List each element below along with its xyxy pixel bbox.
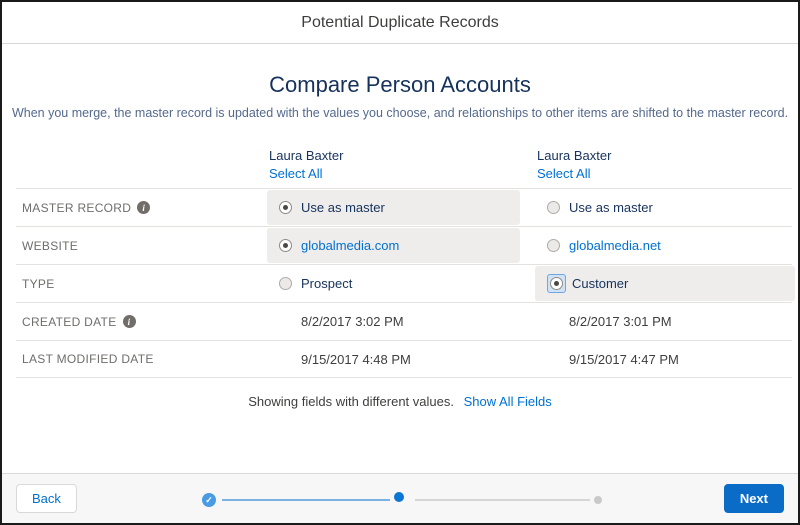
record-2-name: Laura Baxter	[537, 148, 612, 163]
row-label: MASTER RECORD i	[22, 189, 151, 226]
progress-step-3-upcoming	[594, 496, 602, 504]
date-value: 8/2/2017 3:01 PM	[569, 314, 672, 329]
duplicate-records-dialog: Potential Duplicate Records Compare Pers…	[0, 0, 800, 525]
table-row-master-record: MASTER RECORD i Use as master Use as mas…	[16, 188, 792, 226]
row-label-text: CREATED DATE	[22, 314, 117, 329]
website-option-2[interactable]: globalmedia.net	[535, 228, 795, 263]
row-label: CREATED DATE i	[22, 303, 136, 340]
show-all-fields-link[interactable]: Show All Fields	[464, 394, 552, 409]
record-2-header: Laura Baxter Select All	[537, 147, 611, 183]
fields-note: Showing fields with different values. Sh…	[2, 394, 798, 409]
progress-track-completed	[222, 499, 390, 501]
radio-label: Use as master	[569, 200, 653, 215]
info-icon: i	[137, 201, 151, 214]
row-label: LAST MODIFIED DATE	[22, 341, 154, 377]
radio-focus-ring	[547, 274, 566, 293]
type-option-2[interactable]: Customer	[535, 266, 795, 301]
website-link[interactable]: globalmedia.com	[301, 238, 399, 253]
date-value: 9/15/2017 4:48 PM	[301, 351, 411, 367]
compare-table: Laura Baxter Select All Laura Baxter Sel…	[16, 145, 795, 378]
row-label: TYPE	[22, 265, 55, 302]
table-row-type: TYPE Prospect Customer	[16, 264, 795, 302]
info-icon: i	[122, 315, 136, 328]
dialog-header: Potential Duplicate Records	[2, 2, 798, 44]
last-modified-value-2: 9/15/2017 4:47 PM	[535, 342, 795, 376]
date-value: 9/15/2017 4:47 PM	[569, 351, 679, 367]
fields-note-text: Showing fields with different values.	[248, 394, 454, 409]
radio-button-unchecked[interactable]	[547, 239, 560, 252]
table-header-row: Laura Baxter Select All Laura Baxter Sel…	[16, 145, 792, 188]
dialog-body: Compare Person Accounts When you merge, …	[2, 45, 798, 409]
progress-step-1-completed-check-icon: ✓	[202, 493, 216, 507]
table-row-website: WEBSITE globalmedia.com globalmedia.net	[16, 226, 792, 264]
dialog-title: Potential Duplicate Records	[301, 13, 499, 31]
record-2-select-all-link[interactable]: Select All	[537, 165, 590, 183]
dialog-footer: Back ✓ Next	[2, 473, 798, 523]
back-button[interactable]: Back	[16, 484, 77, 513]
created-date-value-2: 8/2/2017 3:01 PM	[535, 304, 795, 339]
progress-step-2-current	[394, 492, 404, 502]
radio-label: Use as master	[301, 200, 385, 215]
row-label: WEBSITE	[22, 227, 78, 264]
type-option-1[interactable]: Prospect	[267, 266, 520, 301]
row-label-text: WEBSITE	[22, 238, 79, 253]
last-modified-value-1: 9/15/2017 4:48 PM	[267, 342, 520, 376]
radio-button-unchecked[interactable]	[279, 277, 292, 290]
row-label-text: TYPE	[22, 276, 55, 291]
radio-button-checked[interactable]	[279, 201, 292, 214]
radio-label: Prospect	[301, 276, 353, 291]
table-row-last-modified-date: LAST MODIFIED DATE 9/15/2017 4:48 PM 9/1…	[16, 340, 792, 378]
table-row-created-date: CREATED DATE i 8/2/2017 3:02 PM 8/2/2017…	[16, 302, 792, 340]
date-value: 8/2/2017 3:02 PM	[301, 314, 404, 329]
record-1-select-all-link[interactable]: Select All	[269, 165, 322, 183]
radio-button-checked[interactable]	[279, 239, 292, 252]
radio-label: Customer	[572, 276, 629, 291]
record-1-name: Laura Baxter	[269, 148, 344, 163]
master-record-option-2[interactable]: Use as master	[535, 190, 795, 225]
progress-track-upcoming	[415, 499, 590, 501]
page-title: Compare Person Accounts	[269, 72, 531, 97]
created-date-value-1: 8/2/2017 3:02 PM	[267, 304, 520, 339]
record-1-header: Laura Baxter Select All	[269, 147, 343, 183]
merge-description: When you merge, the master record is upd…	[11, 106, 789, 120]
website-link[interactable]: globalmedia.net	[569, 238, 661, 253]
row-label-text: LAST MODIFIED DATE	[22, 352, 154, 366]
next-button[interactable]: Next	[723, 484, 784, 513]
row-label-text: MASTER RECORD	[22, 200, 132, 215]
radio-button-unchecked[interactable]	[547, 201, 560, 214]
master-record-option-1[interactable]: Use as master	[267, 190, 520, 225]
website-option-1[interactable]: globalmedia.com	[267, 228, 520, 263]
radio-button-checked-focused[interactable]	[550, 277, 563, 290]
